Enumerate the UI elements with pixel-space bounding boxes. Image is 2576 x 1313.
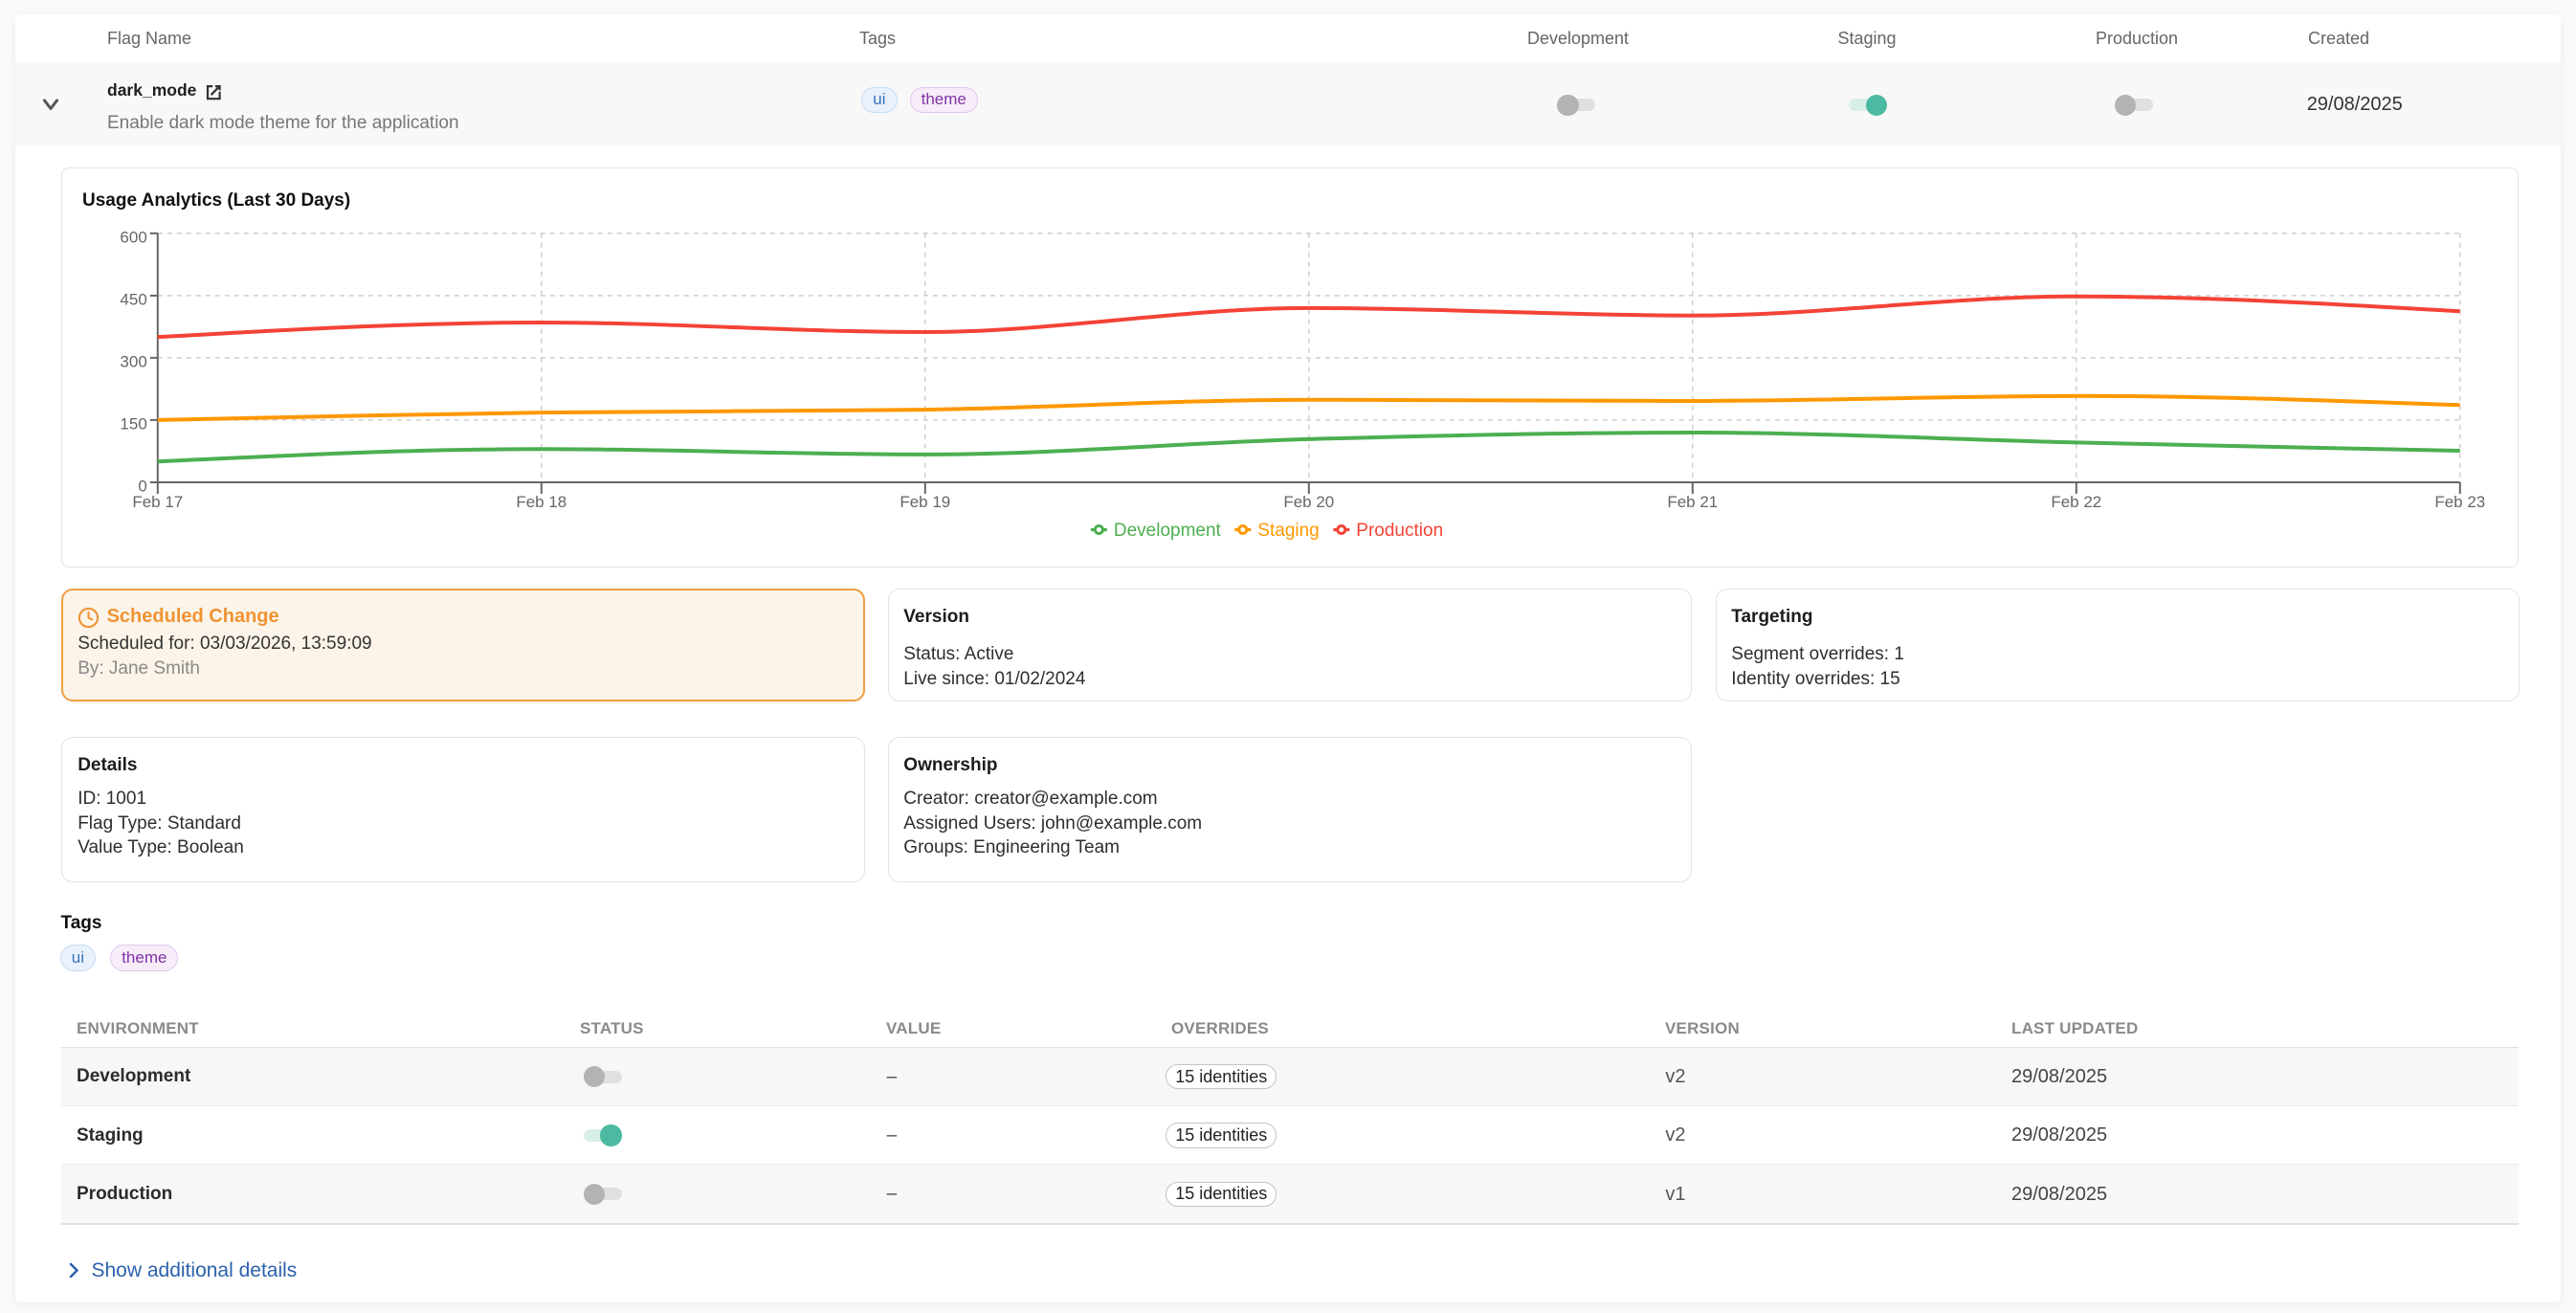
svg-text:Feb 17: Feb 17	[132, 493, 183, 511]
svg-text:Feb 23: Feb 23	[2434, 493, 2485, 511]
svg-text:300: 300	[120, 352, 146, 370]
svg-text:Feb 19: Feb 19	[899, 493, 950, 511]
svg-text:450: 450	[120, 290, 146, 308]
svg-text:Feb 20: Feb 20	[1283, 493, 1334, 511]
svg-text:Development: Development	[1114, 521, 1222, 541]
svg-text:150: 150	[120, 414, 146, 433]
svg-text:Feb 18: Feb 18	[516, 493, 566, 511]
svg-text:Feb 21: Feb 21	[1667, 493, 1718, 511]
svg-text:Feb 22: Feb 22	[2051, 493, 2101, 511]
svg-text:600: 600	[120, 228, 146, 246]
svg-text:Production: Production	[1356, 521, 1443, 541]
svg-text:Staging: Staging	[1257, 521, 1319, 541]
